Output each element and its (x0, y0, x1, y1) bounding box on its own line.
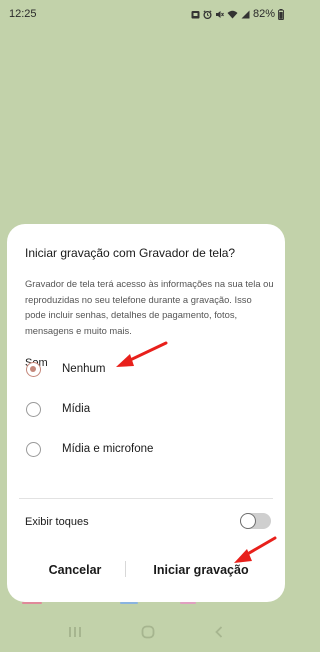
screen-recording-dialog: Iniciar gravação com Gravador de tela? G… (7, 224, 285, 602)
notification-icon (191, 10, 200, 18)
divider (19, 498, 273, 499)
sound-option-media-and-mic[interactable]: Mídia e microfone (19, 432, 259, 466)
recents-icon[interactable] (68, 626, 82, 638)
wifi-icon (227, 10, 238, 18)
sound-option-label: Nenhum (62, 363, 106, 375)
signal-icon (241, 10, 250, 18)
sound-option-media[interactable]: Mídia (19, 392, 259, 426)
cancel-button[interactable]: Cancelar (25, 556, 125, 584)
start-recording-button[interactable]: Iniciar gravação (133, 556, 269, 584)
mute-icon (215, 10, 224, 18)
toggle-knob (240, 513, 256, 529)
status-bar: 12:25 82% (0, 0, 292, 28)
radio-unselected-icon[interactable] (26, 401, 41, 417)
background-app-strip (22, 602, 42, 604)
radio-selected-icon[interactable] (26, 361, 41, 377)
dialog-description: Gravador de tela terá acesso às informaç… (25, 278, 274, 336)
home-icon[interactable] (141, 625, 155, 639)
battery-icon (278, 8, 284, 20)
navigation-bar (0, 612, 292, 652)
show-touches-row[interactable]: Exibir toques (19, 508, 273, 536)
background-app-strip (180, 602, 196, 604)
battery-percentage: 82% (252, 8, 275, 20)
dialog-title: Iniciar gravação com Gravador de tela? (25, 246, 236, 260)
sound-option-label: Mídia (62, 403, 91, 415)
radio-unselected-icon[interactable] (26, 441, 41, 457)
alarm-icon (203, 9, 212, 19)
back-icon[interactable] (214, 626, 224, 638)
button-separator (125, 561, 126, 577)
sound-option-none[interactable]: Nenhum (19, 352, 259, 386)
status-icons: 82% (191, 8, 284, 20)
show-touches-toggle[interactable] (240, 513, 271, 529)
background-app-strip (120, 602, 138, 604)
sound-option-label: Mídia e microfone (62, 443, 154, 455)
show-touches-label: Exibir toques (25, 516, 89, 528)
status-time: 12:25 (9, 8, 37, 20)
